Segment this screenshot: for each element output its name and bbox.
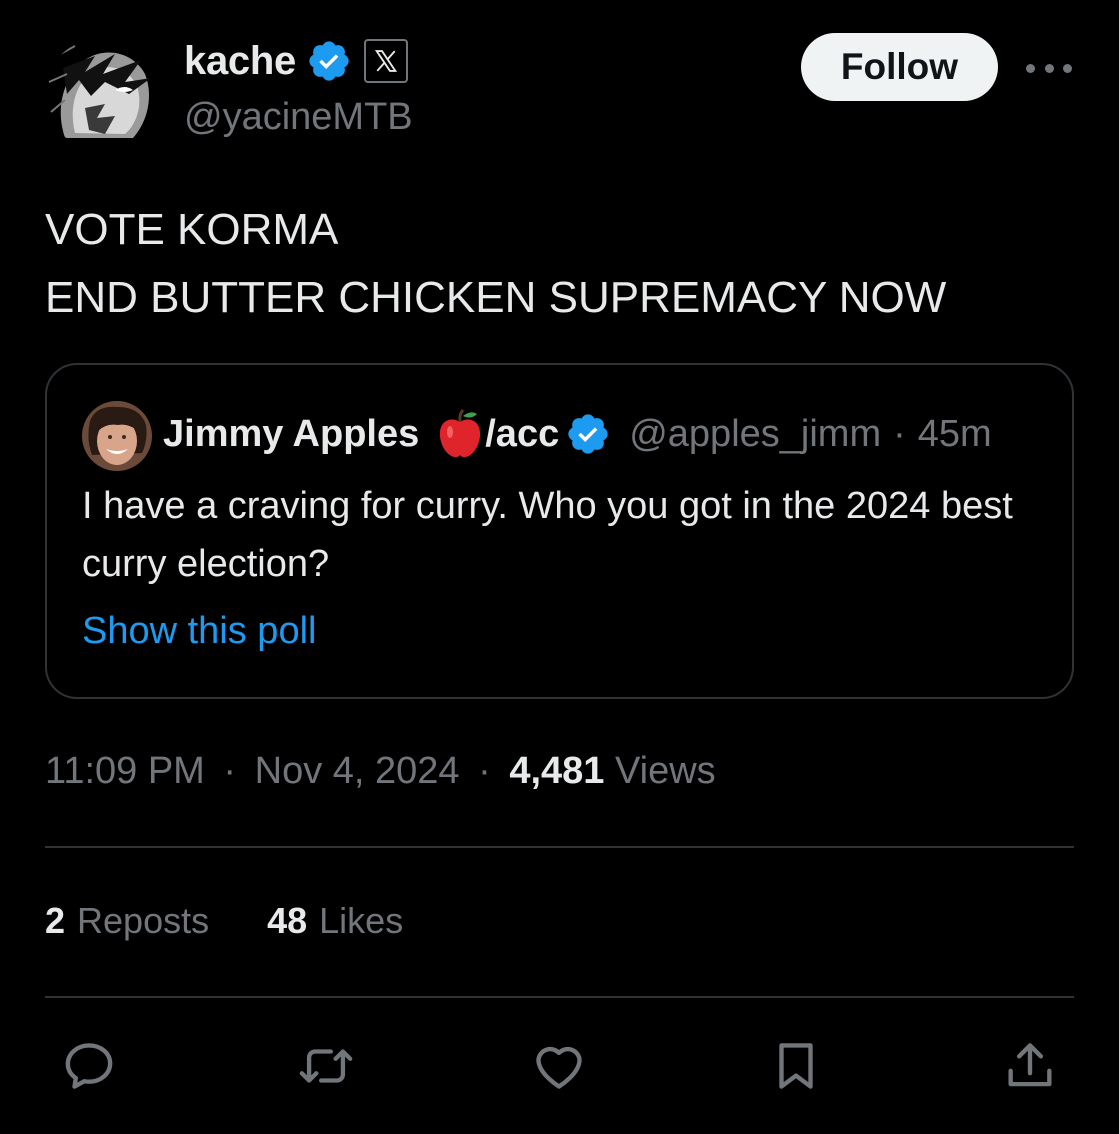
separator-dot: · bbox=[893, 412, 906, 455]
show-poll-link[interactable]: Show this poll bbox=[82, 610, 316, 653]
follow-button[interactable]: Follow bbox=[801, 33, 998, 101]
quoted-tweet-time[interactable]: 45m bbox=[918, 413, 992, 456]
quoted-tweet-text: I have a craving for curry. Who you got … bbox=[82, 485, 1013, 585]
quoted-tweet-header: Jimmy Apples /acc @apples_jimm · 45m bbox=[163, 408, 992, 460]
repost-icon[interactable] bbox=[296, 1036, 356, 1096]
x-logo-icon[interactable] bbox=[363, 39, 408, 83]
bookmark-icon[interactable] bbox=[766, 1036, 826, 1096]
likes-count: 48 bbox=[267, 900, 308, 941]
tweet-line: END BUTTER CHICKEN SUPREMACY NOW bbox=[45, 273, 947, 322]
author-handle[interactable]: @yacineMTB bbox=[184, 96, 413, 139]
tweet-text: VOTE KORMA END BUTTER CHICKEN SUPREMACY … bbox=[45, 196, 946, 332]
verified-badge-icon[interactable] bbox=[306, 38, 352, 84]
quoted-author-handle[interactable]: @apples_jimm bbox=[629, 413, 881, 456]
views-label: Views bbox=[614, 750, 716, 792]
likes-label: Likes bbox=[319, 900, 404, 941]
reposts-count: 2 bbox=[45, 900, 66, 941]
quoted-tweet-card[interactable]: Jimmy Apples /acc @apples_jimm · 45m I h… bbox=[45, 363, 1074, 699]
tweet-time[interactable]: 11:09 PM bbox=[45, 750, 205, 792]
verified-badge-icon[interactable] bbox=[565, 411, 611, 457]
reposts-stat[interactable]: 2 Reposts bbox=[45, 900, 209, 942]
like-icon[interactable] bbox=[529, 1036, 589, 1096]
views-count: 4,481 bbox=[509, 750, 605, 792]
tweet-meta: 11:09 PM · Nov 4, 2024 · 4,481 Views bbox=[45, 750, 716, 793]
quoted-author-name[interactable]: Jimmy Apples bbox=[163, 413, 419, 456]
divider bbox=[45, 996, 1074, 998]
separator-dot: · bbox=[478, 750, 491, 792]
tweet-line: VOTE KORMA bbox=[45, 205, 339, 254]
tweet-date[interactable]: Nov 4, 2024 bbox=[255, 750, 460, 792]
author-avatar[interactable] bbox=[45, 38, 157, 150]
apple-icon bbox=[435, 408, 485, 460]
divider bbox=[45, 846, 1074, 848]
author-display-name[interactable]: kache bbox=[184, 39, 296, 84]
reply-icon[interactable] bbox=[59, 1036, 119, 1096]
engagement-stats: 2 Reposts 48 Likes bbox=[45, 900, 461, 942]
more-dots-icon[interactable] bbox=[1026, 55, 1072, 81]
quoted-author-name-suffix: /acc bbox=[485, 412, 560, 455]
reposts-label: Reposts bbox=[77, 900, 210, 941]
likes-stat[interactable]: 48 Likes bbox=[267, 900, 403, 942]
tweet-detail: kache @yacineMTB Follow VOTE KORMA END B… bbox=[0, 0, 1119, 1134]
author-name-row: kache bbox=[184, 38, 408, 84]
share-icon[interactable] bbox=[1000, 1036, 1060, 1096]
quoted-author-avatar[interactable] bbox=[82, 401, 152, 471]
separator-dot: · bbox=[223, 750, 237, 792]
